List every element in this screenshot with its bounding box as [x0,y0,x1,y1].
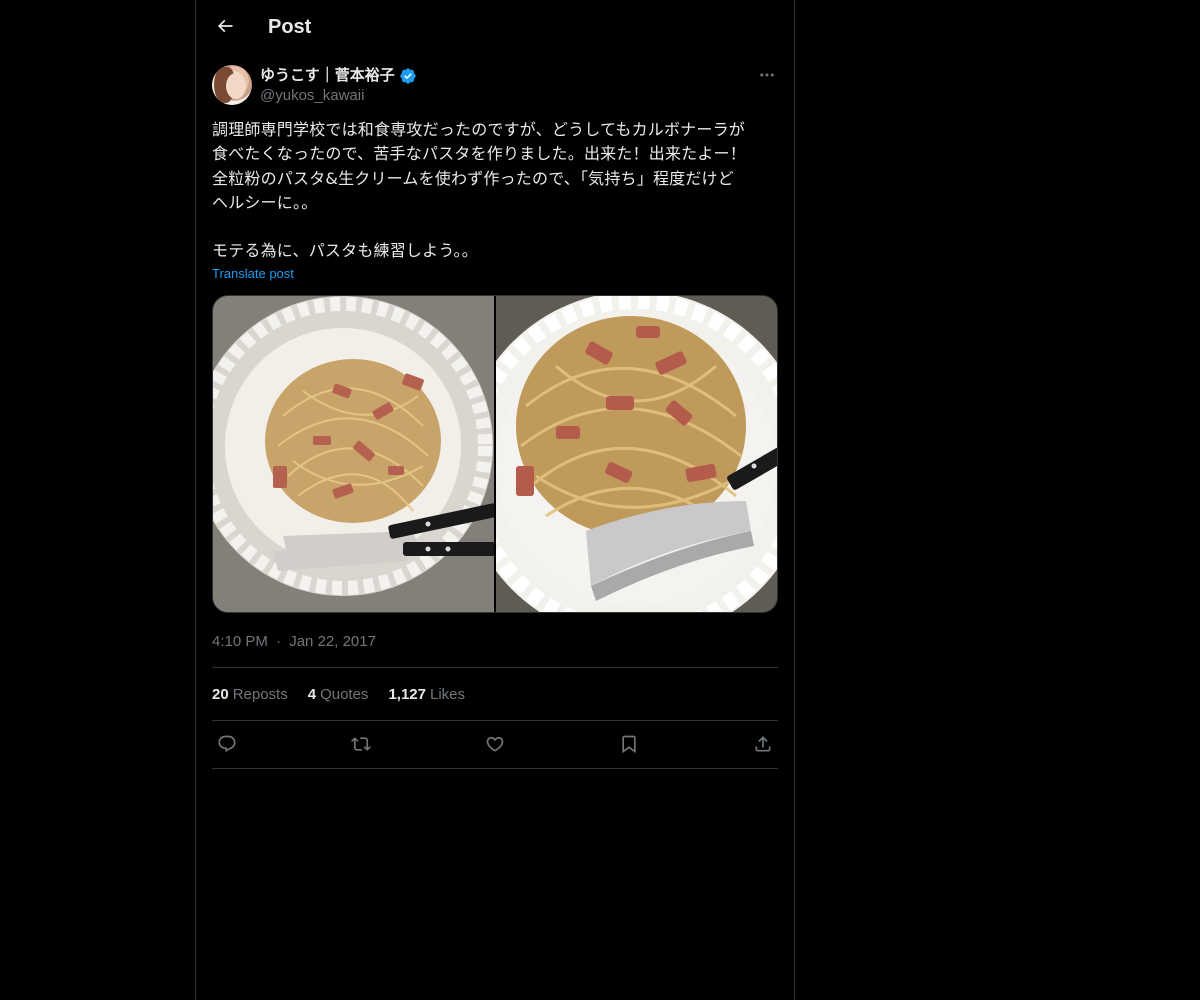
reply-icon [218,735,236,753]
likes-label: Likes [429,685,466,703]
post-time: 4:10 PM [212,633,268,650]
carbonara-photo-2-image [495,296,777,612]
media-photo-1[interactable] [213,296,494,612]
divider-middle [212,720,778,721]
verified-badge-icon[interactable] [399,67,417,85]
share-button[interactable] [752,733,774,755]
post-timestamp[interactable]: 4:10 PM · Jan 22, 2017 [212,632,376,652]
more-button[interactable] [756,64,778,86]
arrow-left-icon [217,19,233,33]
author-display-name[interactable]: ゆうこす｜菅本裕子 [260,66,395,86]
like-button[interactable] [484,733,506,755]
carbonara-photo-1-image [213,296,494,612]
quotes-label: Quotes [320,685,369,703]
reposts-count: 20 [212,685,229,703]
reposts-stat[interactable]: 20 Reposts [212,686,288,703]
reposts-label: Reposts [232,685,288,703]
quotes-count: 4 [307,685,317,703]
more-horizontal-icon [760,73,774,77]
likes-count: 1,127 [388,685,426,703]
post-text: 調理師専門学校では和食専攻だったのですが、どうしてもカルボナーラが 食べたくなっ… [212,120,746,261]
quotes-stat[interactable]: 4 Quotes [308,686,369,703]
avatar[interactable] [212,65,252,105]
post-actions [212,733,778,755]
likes-stat[interactable]: 1,127 Likes [388,686,465,703]
repost-button[interactable] [350,733,372,755]
divider-bottom [212,768,778,769]
repost-icon [351,737,371,751]
author-name-row: ゆうこす｜菅本裕子 [260,66,417,86]
back-button[interactable] [208,9,242,43]
share-icon [755,736,771,752]
post-detail-column: Post ゆうこす｜菅本裕子 @yukos_kawaii 調理師専門学校では和食… [195,0,795,1000]
media-photo-2[interactable] [495,296,777,612]
header: Post [196,0,794,53]
media-grid [212,295,778,613]
divider-top [212,667,778,668]
heart-icon [486,736,504,752]
engagement-stats: 20 Reposts 4 Quotes 1,127 Likes [212,684,485,704]
reply-button[interactable] [216,733,238,755]
timestamp-separator: · [276,633,282,650]
translate-post-link[interactable]: Translate post [212,266,294,282]
page-title: Post [268,16,312,38]
bookmark-button[interactable] [618,733,640,755]
bookmark-icon [622,735,636,754]
post-date: Jan 22, 2017 [289,633,376,650]
author-handle[interactable]: @yukos_kawaii [260,86,364,106]
